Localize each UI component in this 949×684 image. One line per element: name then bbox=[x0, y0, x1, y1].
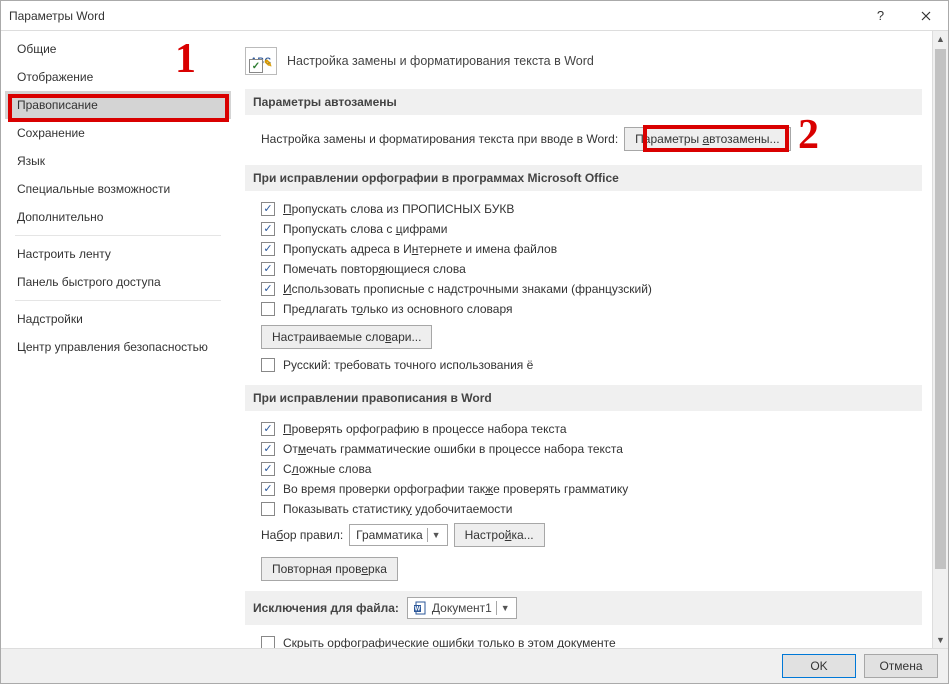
spell-office-check-checkbox[interactable] bbox=[261, 202, 275, 216]
section-spell-office-title: При исправлении орфографии в программах … bbox=[245, 165, 922, 191]
close-button[interactable] bbox=[903, 1, 948, 30]
spell-office-check-checkbox[interactable] bbox=[261, 262, 275, 276]
spell-office-check-label: Помечать повторяющиеся слова bbox=[283, 262, 466, 276]
spell-office-check-row[interactable]: Предлагать только из основного словаря bbox=[245, 299, 922, 319]
spell-word-check-checkbox[interactable] bbox=[261, 442, 275, 456]
scroll-down-arrow[interactable]: ▼ bbox=[933, 632, 948, 648]
main-scroll-area: ABC ✓✎ Настройка замены и форматирования… bbox=[231, 31, 932, 648]
cancel-button[interactable]: Отмена bbox=[864, 654, 938, 678]
window-title: Параметры Word bbox=[9, 9, 858, 23]
ok-button-label: OK bbox=[810, 659, 827, 673]
page-header: ABC ✓✎ Настройка замены и форматирования… bbox=[245, 47, 922, 75]
sidebar-item[interactable]: Дополнительно bbox=[5, 203, 231, 231]
autocorrect-options-button-label: Параметры автозамены... bbox=[635, 132, 779, 146]
sidebar-item[interactable]: Центр управления безопасностью bbox=[5, 333, 231, 361]
dialog-footer: OK Отмена bbox=[1, 649, 948, 683]
sidebar-separator bbox=[15, 300, 221, 301]
page-header-text: Настройка замены и форматирования текста… bbox=[287, 54, 594, 68]
spell-word-check-row[interactable]: Показывать статистику удобочитаемости bbox=[245, 499, 922, 519]
sidebar-item[interactable]: Надстройки bbox=[5, 305, 231, 333]
russian-yo-label: Русский: требовать точного использования… bbox=[283, 358, 533, 372]
chevron-down-icon: ▼ bbox=[496, 601, 514, 615]
vertical-scrollbar[interactable]: ▲ ▼ bbox=[932, 31, 948, 648]
spell-office-check-label: Пропускать слова из ПРОПИСНЫХ БУКВ bbox=[283, 202, 514, 216]
help-button[interactable]: ? bbox=[858, 1, 903, 30]
close-icon bbox=[921, 11, 931, 21]
section-exceptions-title: Исключения для файла: bbox=[253, 601, 399, 615]
ruleset-select-value: Грамматика bbox=[356, 528, 422, 542]
autocorrect-row: Настройка замены и форматирования текста… bbox=[245, 123, 922, 155]
word-options-dialog: Параметры Word ? ОбщиеОтображениеПравопи… bbox=[0, 0, 949, 684]
sidebar: ОбщиеОтображениеПравописаниеСохранениеЯз… bbox=[1, 31, 231, 648]
spell-office-check-checkbox[interactable] bbox=[261, 282, 275, 296]
spell-word-check-row[interactable]: Отмечать грамматические ошибки в процесс… bbox=[245, 439, 922, 459]
section-spell-word-title: При исправлении правописания в Word bbox=[245, 385, 922, 411]
spell-word-check-label: Показывать статистику удобочитаемости bbox=[283, 502, 512, 516]
spell-office-check-checkbox[interactable] bbox=[261, 302, 275, 316]
spell-office-check-label: Пропускать адреса в Интернете и имена фа… bbox=[283, 242, 557, 256]
sidebar-item[interactable]: Правописание bbox=[5, 91, 231, 119]
ruleset-row: Набор правил: Грамматика ▼ Настройка... bbox=[245, 519, 922, 551]
sidebar-item[interactable]: Отображение bbox=[5, 63, 231, 91]
exceptions-file-select[interactable]: W Документ1 ▼ bbox=[407, 597, 517, 619]
sidebar-item[interactable]: Общие bbox=[5, 35, 231, 63]
sidebar-item[interactable]: Панель быстрого доступа bbox=[5, 268, 231, 296]
chevron-down-icon: ▼ bbox=[427, 528, 445, 542]
spell-word-check-label: Проверять орфографию в процессе набора т… bbox=[283, 422, 567, 436]
sidebar-item[interactable]: Язык bbox=[5, 147, 231, 175]
exceptions-check-checkbox[interactable] bbox=[261, 636, 275, 648]
spell-office-check-row[interactable]: Пропускать слова с цифрами bbox=[245, 219, 922, 239]
custom-dictionaries-button[interactable]: Настраиваемые словари... bbox=[261, 325, 432, 349]
recheck-button[interactable]: Повторная проверка bbox=[261, 557, 398, 581]
proofing-icon: ABC ✓✎ bbox=[245, 47, 277, 75]
spell-office-check-row[interactable]: Использовать прописные с надстрочными зн… bbox=[245, 279, 922, 299]
spell-word-check-label: Сложные слова bbox=[283, 462, 371, 476]
spell-word-check-checkbox[interactable] bbox=[261, 462, 275, 476]
spell-office-check-label: Предлагать только из основного словаря bbox=[283, 302, 513, 316]
cancel-button-label: Отмена bbox=[879, 659, 922, 673]
spell-word-check-checkbox[interactable] bbox=[261, 482, 275, 496]
russian-yo-checkbox[interactable] bbox=[261, 358, 275, 372]
spell-office-check-row[interactable]: Пропускать адреса в Интернете и имена фа… bbox=[245, 239, 922, 259]
sidebar-separator bbox=[15, 235, 221, 236]
document-icon: W bbox=[414, 601, 428, 615]
svg-text:W: W bbox=[415, 607, 421, 613]
spell-word-check-row[interactable]: Сложные слова bbox=[245, 459, 922, 479]
dialog-body: ОбщиеОтображениеПравописаниеСохранениеЯз… bbox=[1, 31, 948, 649]
spell-word-check-label: Во время проверки орфографии также прове… bbox=[283, 482, 628, 496]
main-panel: ABC ✓✎ Настройка замены и форматирования… bbox=[231, 31, 948, 648]
custom-dictionaries-button-label: Настраиваемые словари... bbox=[272, 330, 421, 344]
exceptions-check-row[interactable]: Скрыть орфографические ошибки только в э… bbox=[245, 633, 922, 648]
titlebar: Параметры Word ? bbox=[1, 1, 948, 31]
sidebar-item[interactable]: Настроить ленту bbox=[5, 240, 231, 268]
exceptions-check-label: Скрыть орфографические ошибки только в э… bbox=[283, 636, 616, 648]
russian-yo-row[interactable]: Русский: требовать точного использования… bbox=[245, 355, 922, 375]
ruleset-select[interactable]: Грамматика ▼ bbox=[349, 524, 447, 546]
exceptions-file-value: Документ1 bbox=[432, 601, 492, 615]
spell-office-check-label: Использовать прописные с надстрочными зн… bbox=[283, 282, 652, 296]
spell-office-check-row[interactable]: Помечать повторяющиеся слова bbox=[245, 259, 922, 279]
section-autocorrect-title: Параметры автозамены bbox=[245, 89, 922, 115]
ruleset-settings-button-label: Настройка... bbox=[465, 528, 534, 542]
spell-word-check-checkbox[interactable] bbox=[261, 502, 275, 516]
spell-word-check-row[interactable]: Проверять орфографию в процессе набора т… bbox=[245, 419, 922, 439]
scroll-up-arrow[interactable]: ▲ bbox=[933, 31, 948, 47]
recheck-button-label: Повторная проверка bbox=[272, 562, 387, 576]
spell-office-check-checkbox[interactable] bbox=[261, 222, 275, 236]
spell-word-check-label: Отмечать грамматические ошибки в процесс… bbox=[283, 442, 623, 456]
sidebar-item[interactable]: Специальные возможности bbox=[5, 175, 231, 203]
sidebar-item[interactable]: Сохранение bbox=[5, 119, 231, 147]
spell-word-check-checkbox[interactable] bbox=[261, 422, 275, 436]
autocorrect-desc: Настройка замены и форматирования текста… bbox=[261, 132, 618, 146]
scrollbar-thumb[interactable] bbox=[935, 49, 946, 569]
autocorrect-options-button[interactable]: Параметры автозамены... bbox=[624, 127, 790, 151]
ruleset-settings-button[interactable]: Настройка... bbox=[454, 523, 545, 547]
section-exceptions-head: Исключения для файла: W Документ1 ▼ bbox=[245, 591, 922, 625]
ruleset-label: Набор правил: bbox=[261, 528, 343, 542]
spell-office-check-row[interactable]: Пропускать слова из ПРОПИСНЫХ БУКВ bbox=[245, 199, 922, 219]
spell-office-check-label: Пропускать слова с цифрами bbox=[283, 222, 448, 236]
ok-button[interactable]: OK bbox=[782, 654, 856, 678]
spell-word-check-row[interactable]: Во время проверки орфографии также прове… bbox=[245, 479, 922, 499]
spell-office-check-checkbox[interactable] bbox=[261, 242, 275, 256]
